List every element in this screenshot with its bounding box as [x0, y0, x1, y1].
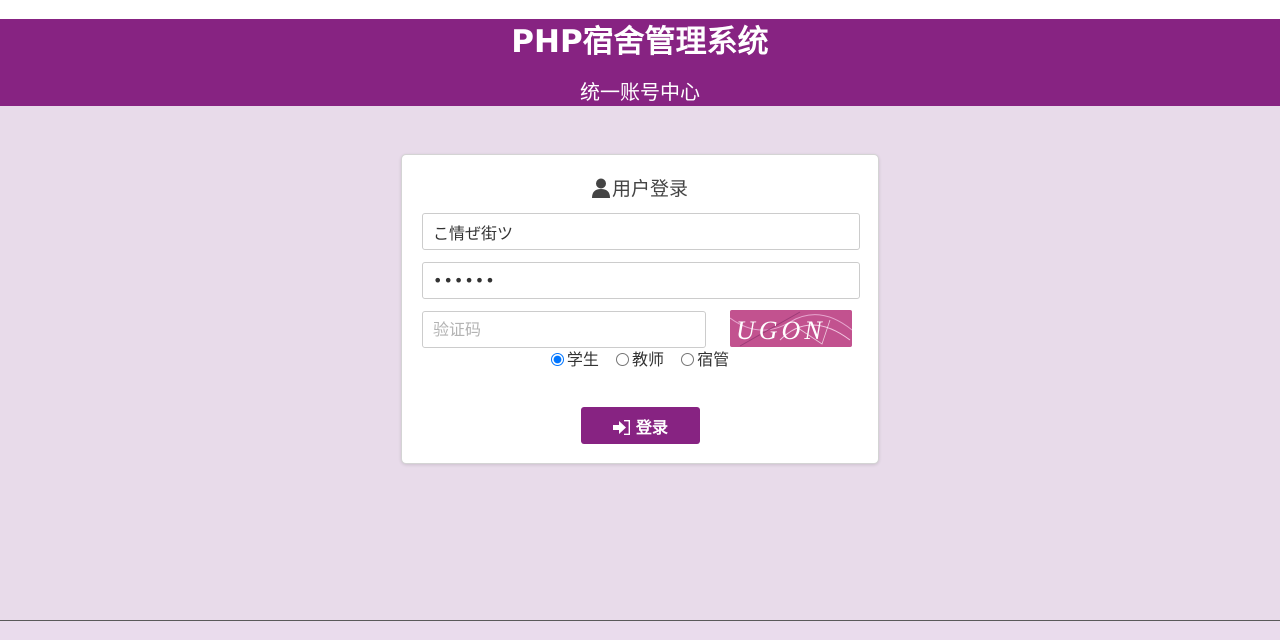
- site-header: PHP宿舍管理系统 统一账号中心: [0, 19, 1280, 106]
- role-teacher[interactable]: 教师: [615, 350, 664, 370]
- app-subtitle: 统一账号中心: [580, 80, 700, 104]
- login-button[interactable]: 登录: [581, 407, 700, 444]
- login-button-label: 登录: [635, 417, 668, 437]
- username-input[interactable]: [422, 213, 860, 250]
- sign-in-icon: [612, 419, 631, 435]
- login-card: 用户登录 UGON 学生 教师 宿管 登录: [401, 154, 879, 464]
- top-strip: [0, 0, 1280, 19]
- user-icon: [591, 178, 610, 198]
- role-teacher-label: 教师: [631, 350, 664, 369]
- role-dorm-manager-label: 宿管: [697, 350, 730, 369]
- captcha-image[interactable]: UGON: [730, 310, 852, 347]
- role-dorm-manager-radio[interactable]: [681, 353, 695, 366]
- bottom-bar: [0, 620, 1280, 640]
- role-dorm-manager[interactable]: 宿管: [681, 350, 729, 370]
- captcha-text: UGON: [736, 316, 826, 345]
- role-selector: 学生 教师 宿管: [402, 350, 878, 370]
- role-student[interactable]: 学生: [550, 350, 599, 370]
- captcha-input[interactable]: [422, 311, 706, 348]
- role-student-label: 学生: [566, 350, 599, 369]
- role-teacher-radio[interactable]: [615, 353, 629, 366]
- password-input[interactable]: [422, 262, 860, 299]
- role-student-radio[interactable]: [550, 353, 564, 366]
- app-title: PHP宿舍管理系统: [511, 24, 769, 60]
- login-heading-text: 用户登录: [611, 178, 688, 200]
- login-heading: 用户登录: [402, 175, 878, 203]
